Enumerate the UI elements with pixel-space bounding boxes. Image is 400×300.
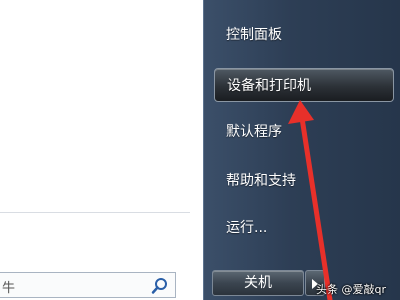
shutdown-button[interactable]: 关机 [212,270,304,296]
menu-item-control-panel[interactable]: 控制面板 [214,18,394,52]
search-input-text: 牛 [2,281,16,296]
search-input[interactable]: 牛 [0,272,176,298]
search-icon[interactable] [151,277,169,295]
menu-item-default-programs[interactable]: 默认程序 [214,115,394,149]
menu-item-run[interactable]: 运行... [214,211,394,245]
menu-item-help-and-support[interactable]: 帮助和支持 [214,164,394,198]
watermark-text: 头条 @爱敲qr [316,283,387,296]
program-pane: 牛 [0,0,203,300]
pane-divider [0,212,190,213]
start-menu-right-pane: 控制面板 设备和打印机 默认程序 帮助和支持 运行... 关机 [203,0,400,300]
menu-item-devices-and-printers[interactable]: 设备和打印机 [214,68,394,102]
